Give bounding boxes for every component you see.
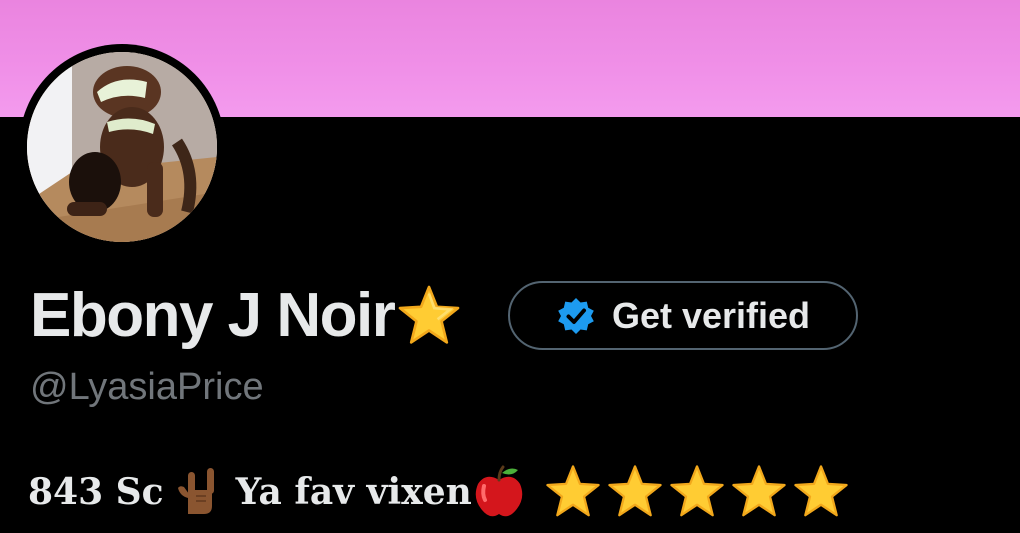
profile-page: Ebony J Noir Get verified @LyasiaPrice 8… <box>0 0 1020 533</box>
star-icon <box>546 465 600 517</box>
avatar[interactable] <box>27 52 217 242</box>
get-verified-label: Get verified <box>611 294 811 336</box>
bio-text-part1: 843 Sc <box>28 471 164 513</box>
star-icon <box>399 285 460 344</box>
display-name: Ebony J Noir <box>30 281 396 350</box>
profile-bio: 843 Sc Ya fav vixen <box>28 460 854 524</box>
star-icon <box>794 465 848 517</box>
get-verified-button[interactable]: Get verified <box>508 281 858 350</box>
star-icon <box>670 465 724 517</box>
profile-handle: @LyasiaPrice <box>30 366 264 408</box>
love-you-gesture-icon <box>177 468 214 514</box>
star-icon <box>608 465 662 517</box>
avatar-photo <box>27 52 217 242</box>
verified-badge-icon <box>558 297 594 334</box>
bio-star-rating <box>544 463 854 521</box>
red-apple-icon <box>475 465 523 517</box>
display-name-row: Ebony J Noir <box>30 280 462 352</box>
star-icon <box>732 465 786 517</box>
bio-text-part2: Ya fav vixen <box>235 471 472 513</box>
